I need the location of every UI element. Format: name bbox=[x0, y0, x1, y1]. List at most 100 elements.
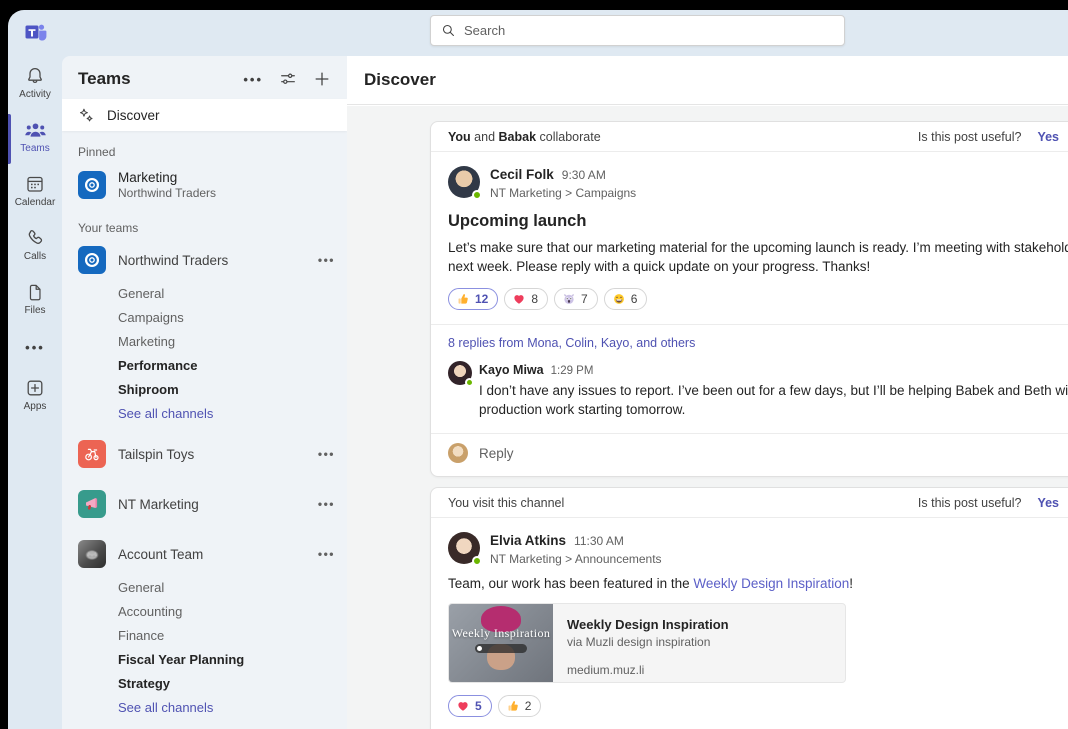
rail-item-label: Teams bbox=[20, 143, 49, 154]
rail-item-label: Activity bbox=[19, 89, 51, 100]
reaction-count: 6 bbox=[631, 292, 638, 306]
reactions-row: 5 2 bbox=[448, 695, 1068, 717]
team-name: Northwind Traders bbox=[118, 253, 228, 268]
channel-shiproom[interactable]: Shiproom bbox=[62, 377, 347, 401]
channel-finance[interactable]: Finance bbox=[62, 623, 347, 647]
team-more-button[interactable]: ••• bbox=[318, 547, 335, 561]
avatar[interactable] bbox=[448, 361, 472, 385]
useful-question: Is this post useful? bbox=[918, 496, 1022, 510]
rail-item-activity[interactable]: Activity bbox=[8, 56, 62, 110]
weekly-design-inspiration-link[interactable]: Weekly Design Inspiration bbox=[693, 576, 849, 591]
channel-campaigns[interactable]: Campaigns bbox=[62, 305, 347, 329]
useful-yes-button[interactable]: Yes bbox=[1037, 496, 1059, 510]
reply-item: Kayo Miwa1:29 PM I don’t have any issues… bbox=[431, 359, 1068, 433]
post-title: Upcoming launch bbox=[448, 212, 1068, 231]
channel-performance[interactable]: Performance bbox=[62, 353, 347, 377]
post-card-weekly-design: You visit this channel Is this post usef… bbox=[430, 487, 1068, 729]
laughing-emoji bbox=[612, 292, 626, 306]
post-time: 11:30 AM bbox=[574, 534, 624, 548]
presence-available-badge bbox=[472, 556, 482, 566]
channel-fiscal-year-planning[interactable]: Fiscal Year Planning bbox=[62, 647, 347, 671]
team-more-button[interactable]: ••• bbox=[318, 253, 335, 267]
your-teams-section-label: Your teams bbox=[78, 221, 331, 235]
sidebar-team-nt-marketing[interactable]: NT Marketing ••• bbox=[62, 483, 347, 525]
avatar[interactable] bbox=[448, 532, 480, 564]
post-location: NT Marketing > Announcements bbox=[490, 552, 662, 566]
replies-summary-link[interactable]: 8 replies from Mona, Colin, Kayo, and ot… bbox=[431, 325, 1068, 359]
filter-sliders-icon bbox=[279, 70, 297, 88]
search-box[interactable] bbox=[430, 15, 845, 46]
northwind-team-icon bbox=[78, 246, 106, 274]
post-context-row: You visit this channel Is this post usef… bbox=[431, 488, 1068, 518]
sidebar-item-discover[interactable]: Discover bbox=[62, 99, 347, 131]
useful-yes-button[interactable]: Yes bbox=[1037, 130, 1059, 144]
discover-label: Discover bbox=[107, 108, 160, 123]
channel-accounting[interactable]: Accounting bbox=[62, 599, 347, 623]
presence-available-badge bbox=[472, 190, 482, 200]
reply-placeholder: Reply bbox=[479, 446, 514, 461]
reaction-count: 2 bbox=[525, 699, 532, 713]
rail-item-teams[interactable]: Teams bbox=[8, 110, 62, 164]
reaction-count: 7 bbox=[581, 292, 588, 306]
reply-input[interactable]: Reply bbox=[431, 434, 1068, 476]
reaction-laughing[interactable]: 6 bbox=[604, 288, 648, 310]
channel-general[interactable]: General bbox=[62, 281, 347, 305]
context-rest: collaborate bbox=[536, 130, 601, 144]
reaction-thumbs-up[interactable]: 12 bbox=[448, 288, 498, 310]
file-icon bbox=[26, 283, 45, 302]
post-location: NT Marketing > Campaigns bbox=[490, 186, 636, 200]
post-body: Let’s make sure that our marketing mater… bbox=[448, 239, 1068, 276]
channel-general[interactable]: General bbox=[62, 575, 347, 599]
channel-strategy[interactable]: Strategy bbox=[62, 671, 347, 695]
post-card-upcoming-launch: You and Babak collaborate Is this post u… bbox=[430, 121, 1068, 477]
sidebar-header: Teams ••• bbox=[62, 56, 347, 99]
scream-cat-emoji bbox=[562, 292, 576, 306]
link-preview-card[interactable]: Weekly Inspiration Weekly Design Inspira… bbox=[448, 603, 846, 683]
reaction-scream-cat[interactable]: 7 bbox=[554, 288, 598, 310]
heart-emoji bbox=[512, 292, 526, 306]
discover-feed: You and Babak collaborate Is this post u… bbox=[347, 106, 1068, 729]
sidebar-team-northwind-traders[interactable]: Northwind Traders ••• bbox=[62, 239, 347, 281]
team-more-button[interactable]: ••• bbox=[318, 447, 335, 461]
useful-question: Is this post useful? bbox=[918, 130, 1022, 144]
rail-item-more[interactable]: ••• bbox=[8, 326, 62, 368]
create-team-button[interactable] bbox=[313, 70, 331, 88]
see-all-channels-link[interactable]: See all channels bbox=[62, 695, 347, 719]
sidebar-team-account-team[interactable]: Account Team ••• bbox=[62, 533, 347, 575]
main-header: Discover bbox=[347, 56, 1068, 105]
tailspin-team-icon bbox=[78, 440, 106, 468]
team-name: Marketing bbox=[118, 170, 216, 185]
rail-item-files[interactable]: Files bbox=[8, 272, 62, 326]
presence-available-badge bbox=[465, 378, 474, 387]
reaction-thumbs-up[interactable]: 2 bbox=[498, 695, 542, 717]
filter-button[interactable] bbox=[279, 70, 297, 88]
reaction-count: 5 bbox=[475, 699, 482, 713]
preview-image-badge bbox=[475, 644, 527, 653]
rail-item-calendar[interactable]: Calendar bbox=[8, 164, 62, 218]
main-content: Discover You and Babak collaborate Is th… bbox=[347, 56, 1068, 729]
teams-app-window: Activity Teams Calendar bbox=[8, 10, 1068, 729]
context-name: Babak bbox=[499, 130, 537, 144]
search-input[interactable] bbox=[464, 23, 834, 38]
reaction-count: 12 bbox=[475, 292, 488, 306]
plus-icon bbox=[313, 70, 331, 88]
context-text: You visit this channel bbox=[448, 496, 918, 510]
team-name: Tailspin Toys bbox=[118, 447, 194, 462]
calendar-icon bbox=[25, 174, 45, 194]
team-more-button[interactable]: ••• bbox=[318, 497, 335, 511]
rail-item-label: Apps bbox=[24, 401, 47, 412]
rail-item-calls[interactable]: Calls bbox=[8, 218, 62, 272]
reaction-heart[interactable]: 8 bbox=[504, 288, 548, 310]
sidebar-team-marketing[interactable]: Marketing Northwind Traders bbox=[62, 163, 347, 207]
channel-marketing[interactable]: Marketing bbox=[62, 329, 347, 353]
see-all-channels-link[interactable]: See all channels bbox=[62, 401, 347, 425]
avatar bbox=[448, 443, 468, 463]
sidebar-team-tailspin-toys[interactable]: Tailspin Toys ••• bbox=[62, 433, 347, 475]
avatar[interactable] bbox=[448, 166, 480, 198]
rail-item-label: Files bbox=[24, 305, 45, 316]
author-name: Elvia Atkins bbox=[490, 533, 566, 548]
reaction-heart[interactable]: 5 bbox=[448, 695, 492, 717]
rail-item-apps[interactable]: Apps bbox=[8, 368, 62, 422]
sidebar-more-button[interactable]: ••• bbox=[243, 72, 263, 87]
apps-icon bbox=[25, 378, 45, 398]
